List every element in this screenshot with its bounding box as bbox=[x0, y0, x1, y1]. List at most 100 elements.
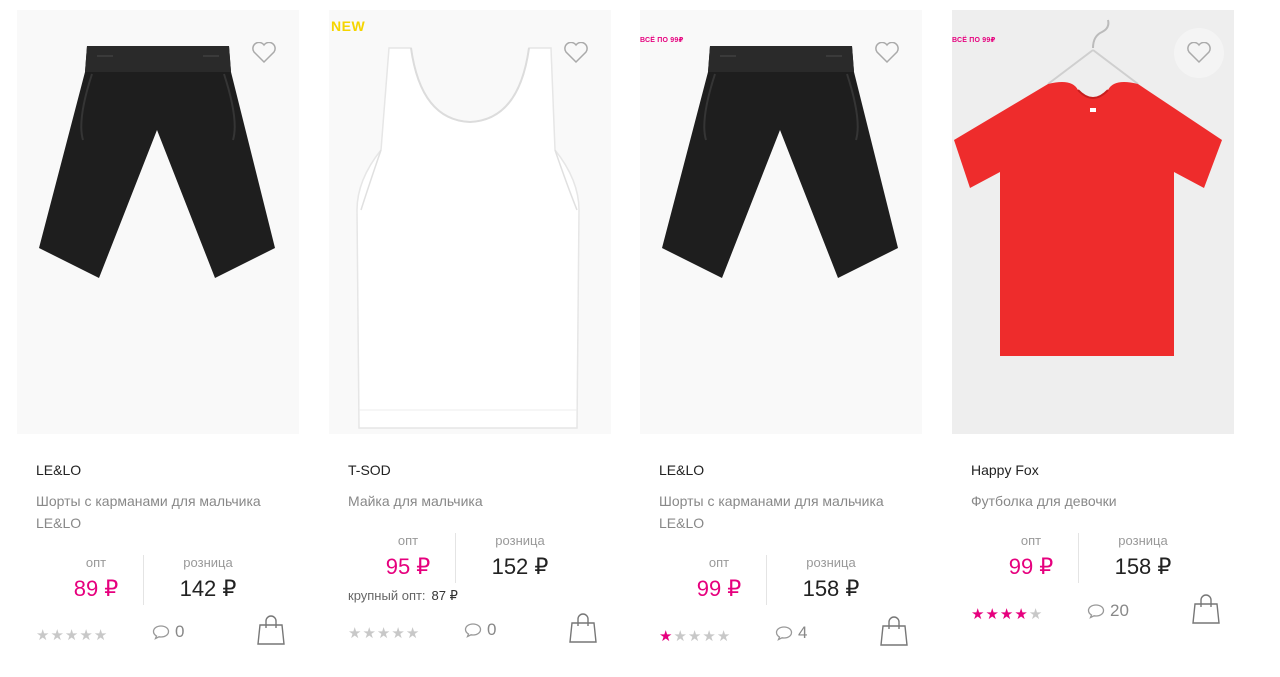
price-block: опт 99 ₽ розница 158 ₽ bbox=[659, 555, 899, 615]
product-grid: LE&LO Шорты с карманами для мальчика LE&… bbox=[0, 0, 1280, 677]
card-footer: ★★★★★ 4 bbox=[659, 616, 909, 657]
reviews-link[interactable]: 0 bbox=[464, 620, 496, 640]
price-block: опт 89 ₽ розница 142 ₽ bbox=[36, 555, 276, 615]
favorite-button[interactable] bbox=[1174, 28, 1224, 78]
star-icon: ★ bbox=[1014, 606, 1029, 623]
shopping-bag-icon bbox=[257, 615, 285, 645]
rating-stars: ★★★★★ bbox=[971, 605, 1043, 623]
rating-stars: ★★★★★ bbox=[659, 627, 731, 645]
promo-badge: ВСЁ ПО 99₽ bbox=[640, 37, 684, 44]
review-count: 20 bbox=[1110, 601, 1129, 620]
review-count: 0 bbox=[175, 622, 185, 641]
product-card[interactable]: LE&LO Шорты с карманами для мальчика LE&… bbox=[17, 0, 317, 677]
retail-price: 158 ₽ bbox=[1114, 554, 1172, 579]
product-image[interactable]: NEW bbox=[329, 10, 611, 434]
star-icon: ★ bbox=[36, 627, 51, 644]
favorite-button[interactable] bbox=[551, 28, 601, 78]
star-icon: ★ bbox=[971, 606, 986, 623]
rating-stars: ★★★★★ bbox=[348, 624, 420, 642]
heart-icon bbox=[1187, 42, 1211, 64]
retail-label: розница bbox=[1118, 533, 1168, 548]
star-icon: ★ bbox=[376, 625, 392, 642]
price-divider bbox=[766, 555, 767, 605]
product-brand[interactable]: LE&LO bbox=[659, 462, 704, 478]
add-to-cart-button[interactable] bbox=[879, 615, 909, 647]
bulk-price: 87 ₽ bbox=[431, 588, 458, 603]
star-icon: ★ bbox=[79, 627, 94, 644]
rating-stars: ★★★★★ bbox=[36, 626, 108, 644]
star-icon: ★ bbox=[716, 628, 732, 645]
star-icon: ★ bbox=[659, 628, 674, 645]
new-badge: NEW bbox=[331, 18, 366, 34]
review-count: 0 bbox=[487, 620, 497, 639]
price-divider bbox=[143, 555, 144, 605]
product-card[interactable]: ВСЁ ПО 99₽ LE&LO Шорты с карманами для м… bbox=[640, 0, 940, 677]
product-card[interactable]: ВСЁ ПО 99₽ Happy Fox Футболка для девочк… bbox=[952, 0, 1252, 677]
shopping-bag-icon bbox=[569, 613, 597, 643]
product-title[interactable]: Майка для мальчика bbox=[348, 490, 608, 512]
opt-price: 99 ₽ bbox=[696, 576, 742, 601]
product-brand[interactable]: LE&LO bbox=[36, 462, 81, 478]
star-icon: ★ bbox=[50, 627, 65, 644]
star-icon: ★ bbox=[64, 627, 80, 644]
star-icon: ★ bbox=[93, 627, 109, 644]
shopping-bag-icon bbox=[880, 616, 908, 646]
retail-label: розница bbox=[495, 533, 545, 548]
opt-price: 89 ₽ bbox=[73, 576, 119, 601]
product-title[interactable]: Шорты с карманами для мальчика LE&LO bbox=[659, 490, 919, 534]
opt-label: опт bbox=[708, 555, 730, 570]
product-image[interactable]: ВСЁ ПО 99₽ bbox=[640, 10, 922, 434]
comment-icon bbox=[1087, 604, 1105, 619]
star-icon: ★ bbox=[999, 606, 1015, 623]
retail-price: 142 ₽ bbox=[179, 576, 237, 601]
product-brand[interactable]: T-SOD bbox=[348, 462, 391, 478]
bulk-price-row: крупный опт: 87 ₽ bbox=[348, 588, 458, 604]
reviews-link[interactable]: 20 bbox=[1087, 601, 1129, 621]
star-icon: ★ bbox=[673, 628, 688, 645]
product-image[interactable]: ВСЁ ПО 99₽ bbox=[952, 10, 1234, 434]
heart-icon bbox=[564, 42, 588, 64]
price-block: опт 99 ₽ розница 158 ₽ bbox=[971, 533, 1211, 593]
retail-label: розница bbox=[806, 555, 856, 570]
price-divider bbox=[1078, 533, 1079, 583]
price-divider bbox=[455, 533, 456, 583]
star-icon: ★ bbox=[348, 625, 363, 642]
product-brand[interactable]: Happy Fox bbox=[971, 462, 1039, 478]
card-footer: ★★★★★ 0 bbox=[348, 613, 598, 654]
favorite-button[interactable] bbox=[862, 28, 912, 78]
reviews-link[interactable]: 0 bbox=[152, 622, 184, 642]
star-icon: ★ bbox=[362, 625, 377, 642]
add-to-cart-button[interactable] bbox=[568, 612, 598, 644]
heart-icon bbox=[875, 42, 899, 64]
add-to-cart-button[interactable] bbox=[256, 614, 286, 646]
product-image[interactable] bbox=[17, 10, 299, 434]
card-footer: ★★★★★ 0 bbox=[36, 615, 286, 656]
product-title[interactable]: Шорты с карманами для мальчика LE&LO bbox=[36, 490, 296, 534]
review-count: 4 bbox=[798, 623, 808, 642]
opt-label: опт bbox=[397, 533, 419, 548]
star-icon: ★ bbox=[405, 625, 421, 642]
card-footer: ★★★★★ 20 bbox=[971, 594, 1221, 635]
promo-badge: ВСЁ ПО 99₽ bbox=[952, 37, 996, 44]
opt-price: 95 ₽ bbox=[385, 554, 431, 579]
star-icon: ★ bbox=[1028, 606, 1044, 623]
product-card[interactable]: NEW T-SOD Майка для мальчика опт 95 ₽ ро… bbox=[329, 0, 629, 677]
retail-price: 158 ₽ bbox=[802, 576, 860, 601]
retail-label: розница bbox=[183, 555, 233, 570]
comment-icon bbox=[152, 625, 170, 640]
comment-icon bbox=[464, 623, 482, 638]
star-icon: ★ bbox=[391, 625, 406, 642]
product-title[interactable]: Футболка для девочки bbox=[971, 490, 1231, 512]
opt-price: 99 ₽ bbox=[1008, 554, 1054, 579]
star-icon: ★ bbox=[985, 606, 1000, 623]
price-block: опт 95 ₽ розница 152 ₽ bbox=[348, 533, 588, 593]
favorite-button[interactable] bbox=[239, 28, 289, 78]
heart-icon bbox=[252, 42, 276, 64]
shopping-bag-icon bbox=[1192, 594, 1220, 624]
opt-label: опт bbox=[1020, 533, 1042, 548]
star-icon: ★ bbox=[687, 628, 703, 645]
star-icon: ★ bbox=[702, 628, 717, 645]
comment-icon bbox=[775, 626, 793, 641]
add-to-cart-button[interactable] bbox=[1191, 593, 1221, 625]
reviews-link[interactable]: 4 bbox=[775, 623, 807, 643]
